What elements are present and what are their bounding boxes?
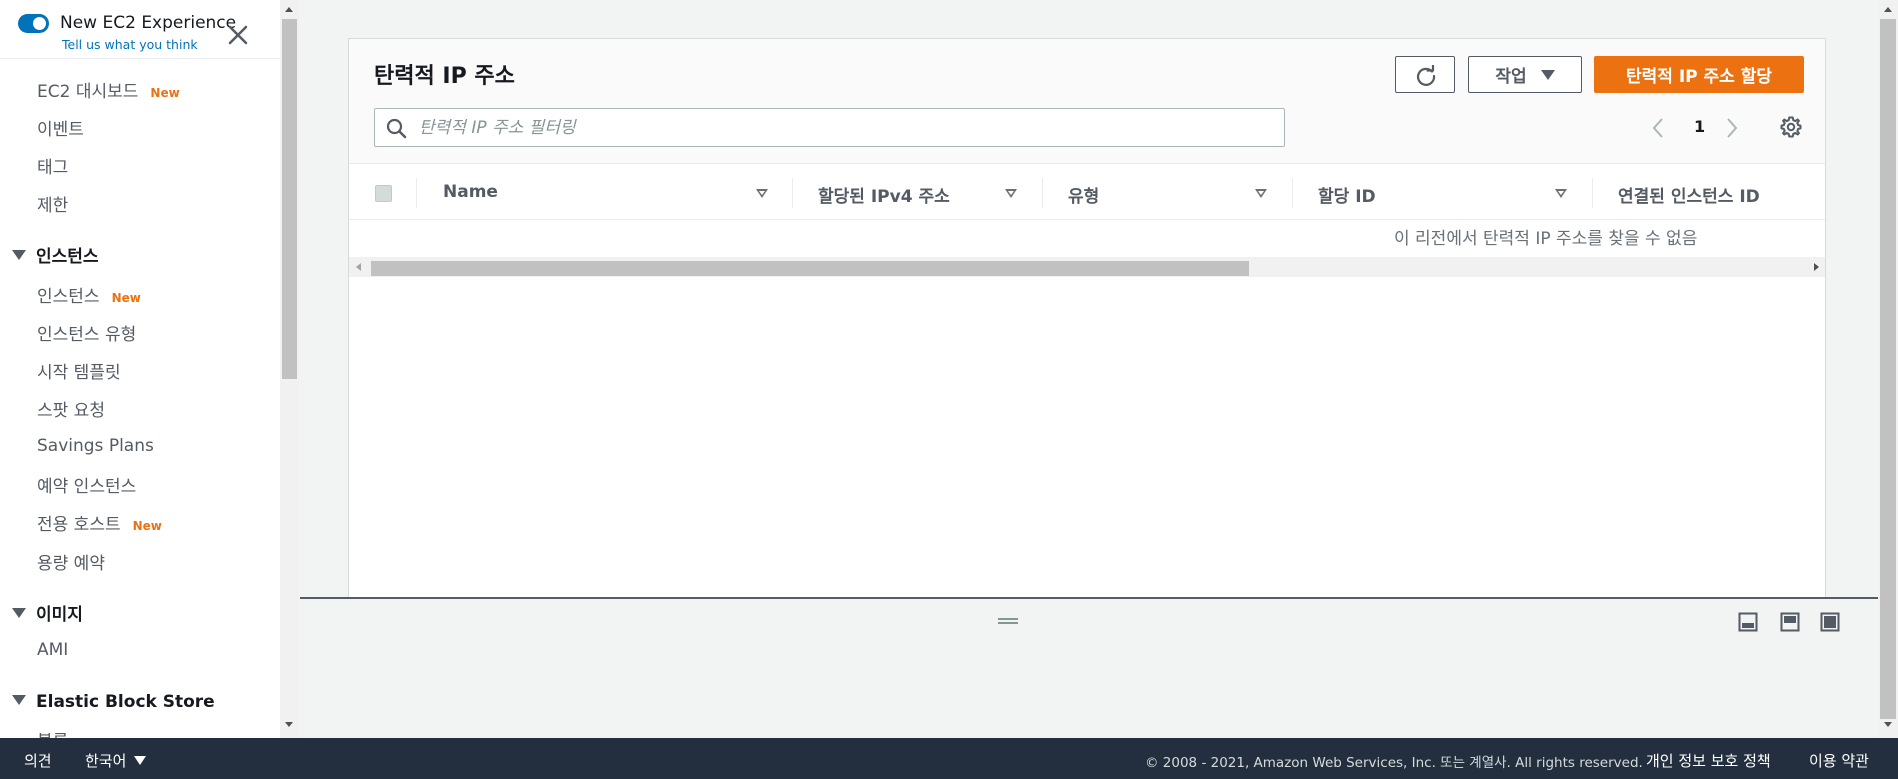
main-scrollbar[interactable] <box>1878 0 1898 738</box>
column-header-ipv4[interactable]: 할당된 IPv4 주소 <box>818 182 950 207</box>
new-experience-title: New EC2 Experience <box>60 13 237 33</box>
sort-icon[interactable] <box>1555 189 1567 198</box>
scroll-right-arrow-icon[interactable] <box>1814 263 1819 271</box>
page-number[interactable]: 1 <box>1694 117 1705 136</box>
sidebar-item-tags[interactable]: 태그 <box>37 153 68 178</box>
section-title: 인스턴스 <box>36 247 99 267</box>
column-header-name[interactable]: Name <box>443 182 498 202</box>
panel-full-icon[interactable] <box>1820 612 1840 632</box>
sidebar-section-instances[interactable]: 인스턴스 <box>12 242 99 267</box>
sidebar-item-reserved-instances[interactable]: 예약 인스턴스 <box>37 472 136 497</box>
column-header-allocation-id[interactable]: 할당 ID <box>1318 182 1376 207</box>
sidebar: New EC2 Experience Tell us what you thin… <box>0 0 280 738</box>
sidebar-item-label: 인스턴스 <box>37 287 100 307</box>
chevron-right-icon[interactable] <box>1723 116 1741 140</box>
new-badge: New <box>150 86 180 100</box>
split-panel <box>300 599 1878 738</box>
empty-table-message: 이 리전에서 탄력적 IP 주소를 찾을 수 없음 <box>1394 229 1698 249</box>
new-experience-header: New EC2 Experience Tell us what you thin… <box>0 0 280 59</box>
search-box <box>374 108 1285 147</box>
column-divider <box>1042 178 1043 208</box>
scroll-down-arrow-icon[interactable] <box>285 722 293 727</box>
sidebar-item-events[interactable]: 이벤트 <box>37 115 84 140</box>
scroll-up-arrow-icon[interactable] <box>285 7 293 12</box>
column-header-type[interactable]: 유형 <box>1068 182 1099 207</box>
sidebar-item-dedicated-hosts[interactable]: 전용 호스트 New <box>37 510 162 535</box>
footer: 의견 한국어 © 2008 - 2021, Amazon Web Service… <box>0 738 1898 779</box>
scrollbar-thumb[interactable] <box>1880 19 1896 719</box>
sidebar-item-instances[interactable]: 인스턴스 New <box>37 282 141 307</box>
scrollbar-thumb[interactable] <box>371 261 1249 276</box>
actions-dropdown-button[interactable]: 작업 <box>1468 56 1582 93</box>
feedback-link[interactable]: 의견 <box>24 750 52 771</box>
elastic-ip-panel: 탄력적 IP 주소 작업 탄력적 IP 주소 할당 1 <box>348 38 1826 598</box>
triangle-down-icon <box>12 608 26 618</box>
search-input[interactable] <box>419 109 1269 146</box>
sort-icon[interactable] <box>756 189 768 198</box>
table-header: Name 할당된 IPv4 주소 유형 할당 ID 연결된 인스턴스 ID <box>349 166 1825 220</box>
column-divider <box>1292 178 1293 208</box>
scroll-up-arrow-icon[interactable] <box>1884 7 1892 12</box>
refresh-icon <box>1417 65 1436 86</box>
privacy-policy-link[interactable]: 개인 정보 보호 정책 <box>1646 750 1771 771</box>
feedback-link[interactable]: Tell us what you think <box>62 37 198 52</box>
sidebar-item-savings-plans[interactable]: Savings Plans <box>37 436 154 456</box>
new-badge: New <box>132 519 162 533</box>
sidebar-section-ebs[interactable]: Elastic Block Store <box>12 692 215 712</box>
column-header-instance-id[interactable]: 연결된 인스턴스 ID <box>1618 182 1760 207</box>
scroll-left-arrow-icon[interactable] <box>356 263 361 271</box>
sort-icon[interactable] <box>1005 189 1017 198</box>
triangle-down-icon <box>12 695 26 705</box>
column-divider <box>792 178 793 208</box>
caret-down-icon <box>134 756 147 765</box>
sidebar-scrollbar[interactable] <box>280 0 299 738</box>
sidebar-item-label: 전용 호스트 <box>37 515 121 535</box>
terms-link[interactable]: 이용 약관 <box>1809 750 1869 771</box>
allocate-elastic-ip-button[interactable]: 탄력적 IP 주소 할당 <box>1594 56 1804 93</box>
sidebar-item-ami[interactable]: AMI <box>37 640 68 660</box>
scrollbar-thumb[interactable] <box>282 19 297 379</box>
section-title: 이미지 <box>36 605 83 625</box>
resize-handle[interactable] <box>998 618 1018 624</box>
page-title: 탄력적 IP 주소 <box>374 64 515 89</box>
sidebar-section-images[interactable]: 이미지 <box>12 600 83 625</box>
sidebar-item-spot-requests[interactable]: 스팟 요청 <box>37 396 105 421</box>
close-icon[interactable] <box>227 24 249 46</box>
column-divider <box>416 178 417 208</box>
sidebar-item-launch-templates[interactable]: 시작 템플릿 <box>37 358 121 383</box>
panel-header: 탄력적 IP 주소 작업 탄력적 IP 주소 할당 1 <box>349 39 1825 164</box>
chevron-left-icon[interactable] <box>1649 116 1667 140</box>
panel-middle-icon[interactable] <box>1780 612 1800 632</box>
select-all-checkbox[interactable] <box>375 185 392 202</box>
sidebar-item-ec2-dashboard[interactable]: EC2 대시보드 New <box>37 77 180 102</box>
caret-down-icon <box>1540 69 1555 80</box>
search-icon <box>386 118 407 139</box>
sidebar-item-instance-types[interactable]: 인스턴스 유형 <box>37 320 136 345</box>
new-experience-toggle[interactable] <box>18 14 49 33</box>
column-divider <box>1592 178 1593 208</box>
sort-icon[interactable] <box>1255 189 1267 198</box>
panel-bottom-icon[interactable] <box>1738 612 1758 632</box>
actions-label: 작업 <box>1495 67 1527 87</box>
language-label: 한국어 <box>85 752 127 770</box>
sidebar-item-volumes[interactable]: 볼륨 <box>37 727 68 738</box>
new-badge: New <box>111 291 141 305</box>
gear-icon[interactable] <box>1779 115 1803 139</box>
table-horizontal-scrollbar[interactable] <box>349 257 1825 277</box>
refresh-button[interactable] <box>1395 56 1455 93</box>
sidebar-item-capacity-reservations[interactable]: 용량 예약 <box>37 549 105 574</box>
scroll-down-arrow-icon[interactable] <box>1884 722 1892 727</box>
sidebar-item-label: EC2 대시보드 <box>37 82 139 102</box>
language-selector[interactable]: 한국어 <box>85 750 147 771</box>
triangle-down-icon <box>12 250 26 260</box>
copyright-text: © 2008 - 2021, Amazon Web Services, Inc.… <box>1145 755 1643 771</box>
sidebar-item-limits[interactable]: 제한 <box>37 191 68 216</box>
section-title: Elastic Block Store <box>36 692 215 712</box>
